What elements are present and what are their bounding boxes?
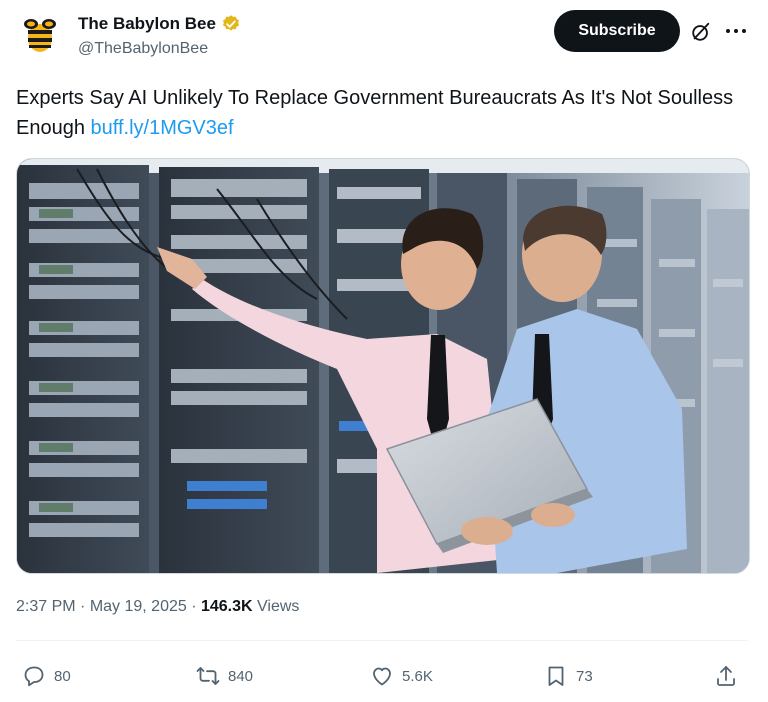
tweet-header: The Babylon Bee @TheBabylonBee Subscribe <box>16 10 752 64</box>
bookmark-button[interactable]: 73 <box>544 656 593 696</box>
more-icon[interactable] <box>724 19 748 43</box>
subscribe-button[interactable]: Subscribe <box>554 10 680 52</box>
views-label: Views <box>252 598 300 615</box>
tweet-time[interactable]: 2:37 PM <box>16 598 76 615</box>
heart-icon <box>373 667 391 686</box>
bookmark-count: 73 <box>576 667 593 685</box>
meta-separator: · <box>75 598 90 615</box>
more-dots-icon <box>726 29 746 33</box>
like-count: 5.6K <box>402 667 433 685</box>
tweet-media-image[interactable] <box>16 158 750 574</box>
tweet-meta: 2:37 PM · May 19, 2025 · 146.3K Views <box>16 598 299 616</box>
repost-icon <box>196 667 220 685</box>
tweet-date[interactable]: May 19, 2025 <box>90 598 187 615</box>
bee-logo-icon <box>24 19 56 52</box>
server-room-photo <box>17 159 749 573</box>
tweet-actions: 80 840 5.6K 73 <box>16 656 748 696</box>
tweet-text: Experts Say AI Unlikely To Replace Gover… <box>16 83 736 143</box>
repost-button[interactable]: 840 <box>196 656 253 696</box>
reply-count: 80 <box>54 667 71 685</box>
name-row: The Babylon Bee <box>78 14 241 34</box>
views-count: 146.3K <box>200 598 253 615</box>
bookmark-icon <box>548 666 564 686</box>
grok-icon[interactable] <box>690 21 712 43</box>
tweet-link[interactable]: buff.ly/1MGV3ef <box>91 117 234 139</box>
share-button[interactable] <box>714 656 746 696</box>
divider <box>16 640 748 641</box>
author-name[interactable]: The Babylon Bee <box>78 14 216 34</box>
meta-separator: · <box>186 598 201 615</box>
author-handle[interactable]: @TheBabylonBee <box>78 40 208 58</box>
repost-count: 840 <box>228 667 254 685</box>
reply-button[interactable]: 80 <box>22 656 71 696</box>
share-icon <box>717 666 735 686</box>
verified-badge-icon <box>222 15 239 31</box>
avatar[interactable] <box>16 12 64 60</box>
reply-icon <box>24 666 44 687</box>
like-button[interactable]: 5.6K <box>370 656 433 696</box>
